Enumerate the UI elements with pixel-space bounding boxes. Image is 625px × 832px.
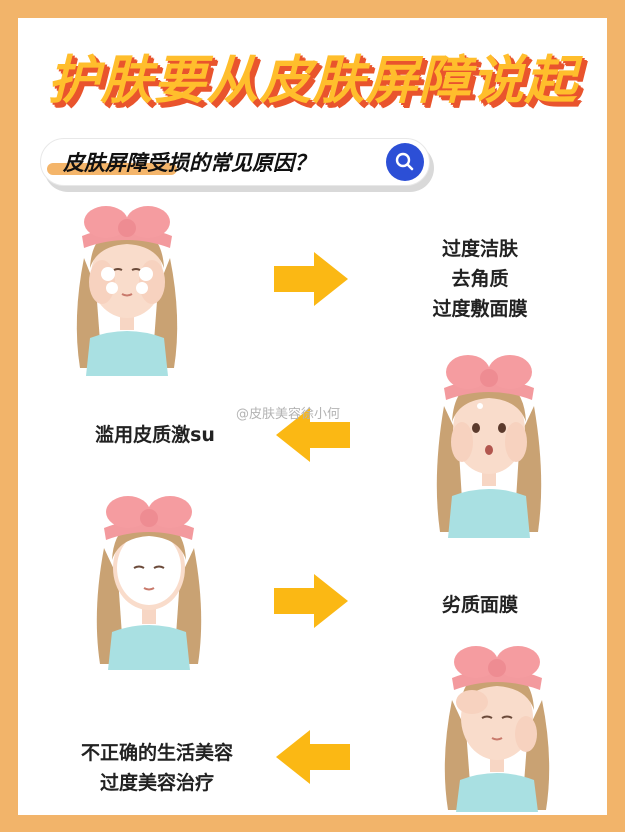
watermark-text: @皮肤美容徐小何	[236, 407, 341, 422]
arrow-right-icon	[274, 574, 348, 628]
question-search-bar[interactable]: 皮肤屏障受损的常见原因？	[40, 138, 430, 186]
arrow-right-icon	[274, 252, 348, 306]
cause-item-4: 不正确的生活美容 过度美容治疗	[52, 738, 262, 798]
girl-touching-face-illustration	[444, 646, 550, 812]
cause-line: 去角质	[451, 268, 509, 290]
cause-item-1: 过度洁肤 去角质 过度敷面膜	[390, 234, 570, 324]
cause-line: 滥用皮质激su	[95, 424, 215, 446]
cause-item-3: 劣质面膜	[390, 590, 570, 620]
cause-line: 过度洁肤	[441, 238, 518, 260]
search-button[interactable]	[386, 143, 424, 181]
cause-line: 过度美容治疗	[99, 772, 214, 794]
question-text: 皮肤屏障受损的常见原因？	[63, 151, 315, 175]
cause-line: 不正确的生活美容	[80, 742, 233, 764]
girl-face-mask-illustration	[96, 496, 202, 670]
page-title: 护肤要从皮肤屏障说起	[47, 51, 578, 111]
girl-surprised-illustration	[436, 355, 542, 538]
search-icon	[395, 152, 414, 171]
cause-line: 过度敷面膜	[432, 298, 528, 320]
cause-line: 劣质面膜	[441, 594, 518, 616]
arrow-left-icon	[276, 730, 350, 784]
cause-item-2: 滥用皮质激su	[60, 420, 250, 450]
girl-washing-face-illustration	[76, 206, 178, 376]
